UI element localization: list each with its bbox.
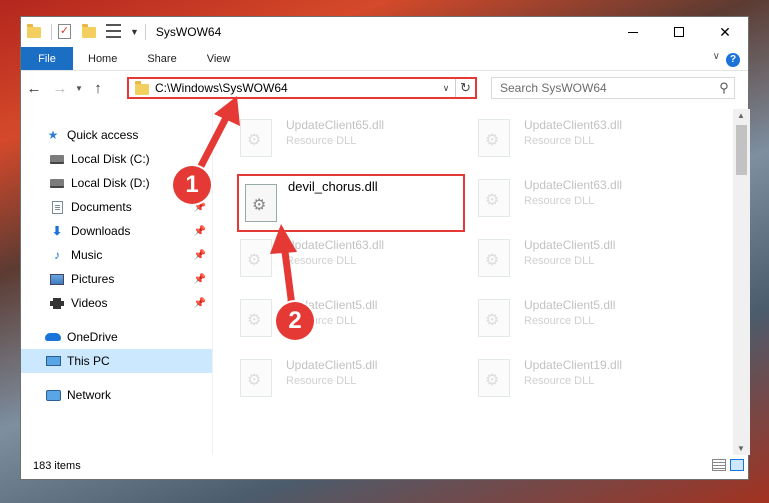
step-1-badge: 1 (173, 166, 211, 204)
arrow-to-file (270, 224, 297, 310)
step-2-badge: 2 (276, 302, 314, 340)
annotation-arrows (196, 96, 297, 310)
arrow-to-address-bar (196, 96, 240, 172)
